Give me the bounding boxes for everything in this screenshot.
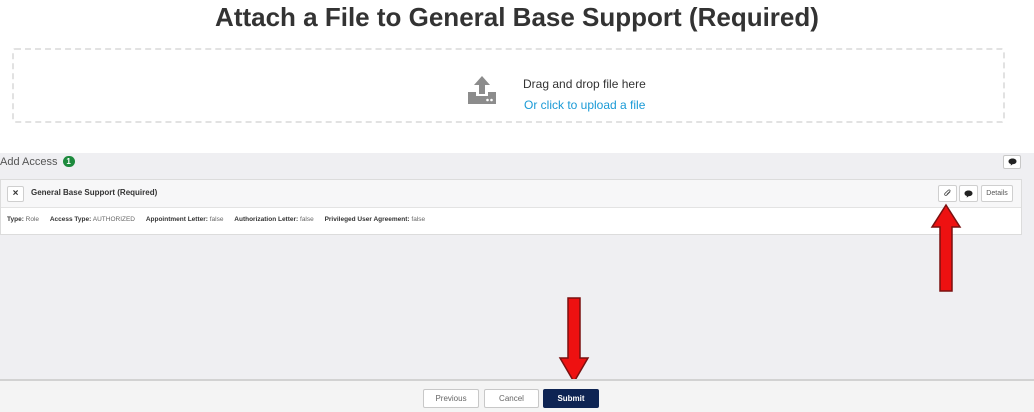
- meta-value: false: [411, 216, 426, 223]
- meta-key: Appointment Letter:: [145, 216, 208, 223]
- comment-button[interactable]: [1003, 155, 1021, 169]
- page-title: Attach a File to General Base Support (R…: [215, 2, 819, 32]
- meta-key: Privileged User Agreement:: [324, 216, 410, 223]
- meta-value: Role: [25, 216, 40, 223]
- previous-button[interactable]: Previous: [423, 389, 479, 408]
- item-comment-button[interactable]: [959, 185, 978, 202]
- meta-value: AUTHORIZED: [92, 216, 135, 223]
- meta-value: false: [300, 216, 314, 223]
- remove-access-button[interactable]: ×: [7, 186, 24, 202]
- meta-key: Type:: [7, 216, 24, 223]
- meta-value: false: [209, 216, 224, 223]
- upload-file-link[interactable]: Or click to upload a file: [524, 98, 645, 112]
- access-count-badge: 1: [62, 156, 75, 167]
- annotation-arrow-up: [930, 203, 962, 292]
- close-icon: ×: [12, 188, 19, 199]
- access-section-title: Add Access 1: [0, 156, 75, 168]
- footer-bar: Previous Cancel Submit: [0, 379, 1034, 412]
- cancel-button[interactable]: Cancel: [484, 389, 539, 408]
- upload-icon: [468, 76, 496, 104]
- meta-key: Access Type:: [49, 216, 92, 223]
- file-dropzone[interactable]: Drag and drop file here Or click to uplo…: [12, 48, 1005, 123]
- submit-button[interactable]: Submit: [543, 389, 599, 408]
- access-item-card: × General Base Support (Required) Detail…: [0, 179, 1022, 235]
- drag-drop-text: Drag and drop file here: [523, 77, 646, 91]
- access-section: Add Access 1 × General Base Support (Req…: [0, 153, 1034, 379]
- access-item-name: General Base Support (Required): [31, 188, 158, 197]
- paperclip-icon: [943, 189, 951, 196]
- comment-icon: [1008, 158, 1016, 166]
- access-item-meta: Type: Role Access Type: AUTHORIZED Appoi…: [7, 216, 434, 223]
- meta-key: Authorization Letter:: [234, 216, 299, 223]
- comment-icon: [964, 189, 973, 198]
- annotation-arrow-down: [558, 297, 590, 384]
- details-button[interactable]: Details: [981, 185, 1013, 202]
- access-title-text: Add Access: [0, 156, 58, 168]
- attach-file-button[interactable]: [938, 185, 957, 202]
- access-item-header: × General Base Support (Required) Detail…: [1, 180, 1021, 208]
